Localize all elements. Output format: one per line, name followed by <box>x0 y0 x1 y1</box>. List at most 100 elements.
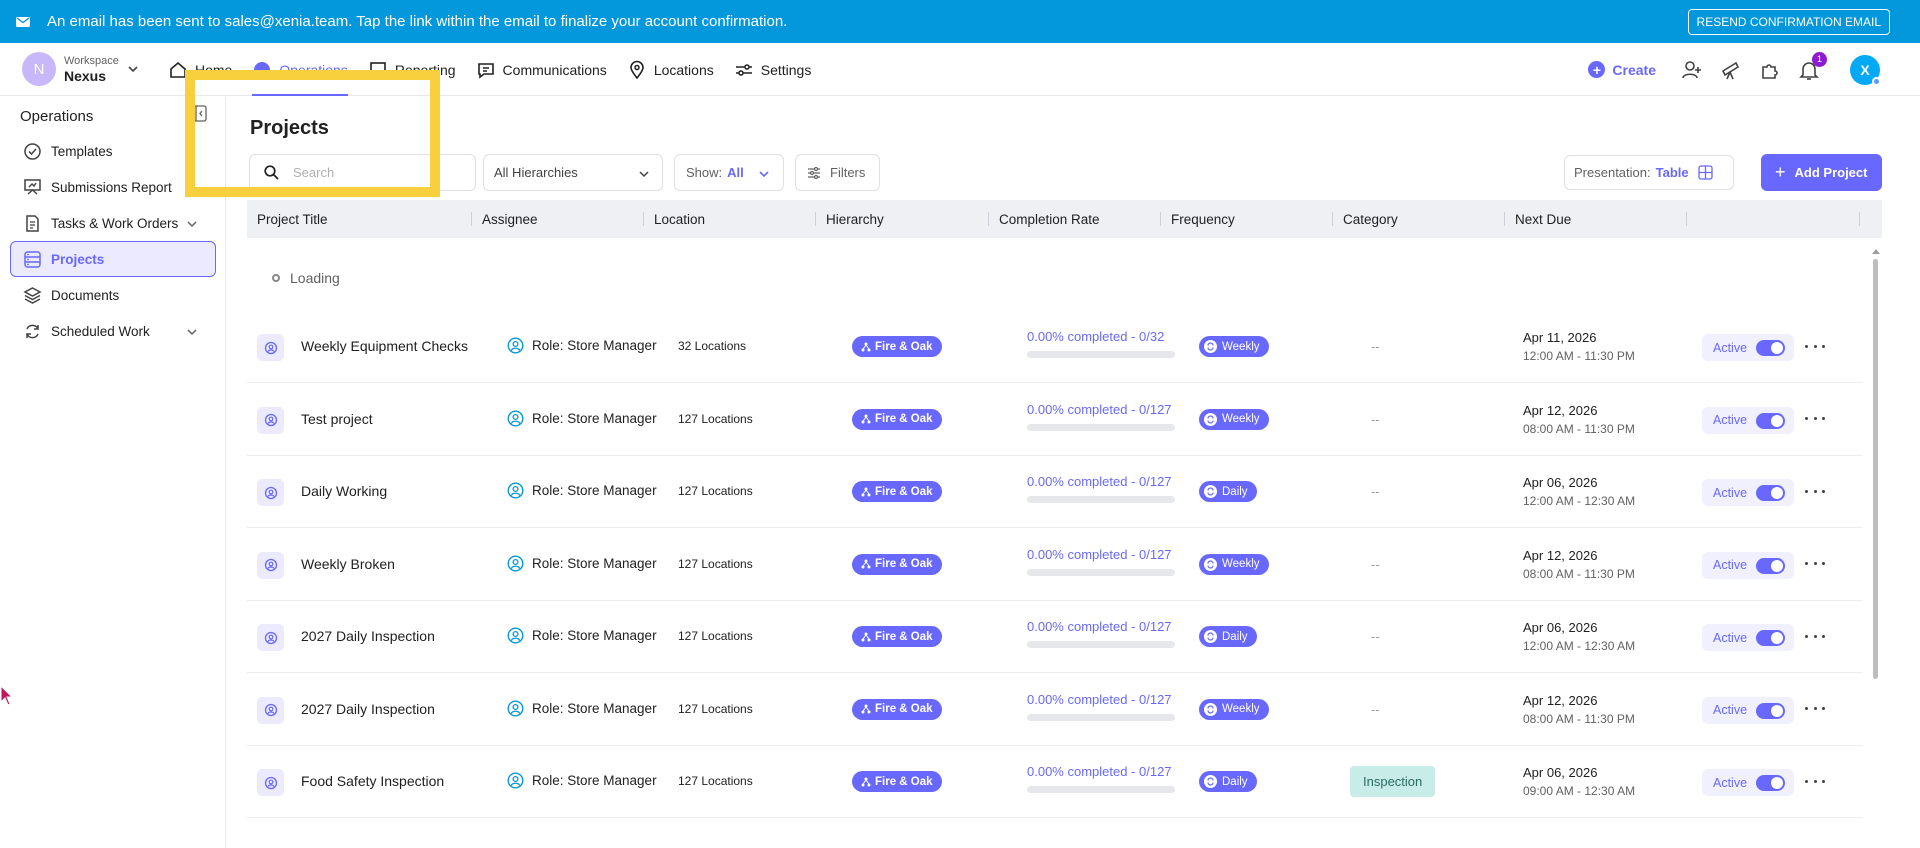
project-title[interactable]: Test project <box>301 411 373 427</box>
scrollbar-thumb[interactable] <box>1873 259 1878 679</box>
toggle-switch[interactable] <box>1756 485 1785 501</box>
presentation-value: Table <box>1655 165 1689 180</box>
workspace-switcher[interactable]: N Workspace Nexus <box>22 52 139 86</box>
bell-icon[interactable]: 1 <box>1797 51 1827 82</box>
location-count[interactable]: 127 Locations <box>678 629 753 643</box>
project-icon <box>257 551 284 579</box>
table-row[interactable]: Test project Role: Store Manager 127 Locat… <box>247 384 1863 456</box>
user-circle-icon <box>507 627 524 644</box>
column-header-assignee[interactable]: Assignee <box>472 200 644 238</box>
show-filter-select[interactable]: Show: All <box>674 154 784 191</box>
column-header-category[interactable]: Category <box>1333 200 1505 238</box>
assignee: Role: Store Manager <box>507 772 657 789</box>
assignee: Role: Store Manager <box>507 627 657 644</box>
location-count[interactable]: 127 Locations <box>678 702 753 716</box>
resend-confirmation-button[interactable]: RESEND CONFIRMATION EMAIL <box>1687 9 1890 35</box>
project-title[interactable]: Weekly Broken <box>301 556 395 572</box>
completion-progress-bar <box>1027 568 1175 576</box>
completion-progress-bar <box>1027 641 1175 648</box>
sidebar-item-projects[interactable]: Projects <box>10 241 216 277</box>
status-toggle[interactable]: Active <box>1702 334 1794 361</box>
confirmation-banner: An email has been sent to sales@xenia.te… <box>0 0 1920 43</box>
project-title[interactable]: Daily Working <box>301 483 387 499</box>
chevron-down-icon <box>759 171 769 178</box>
more-options-icon[interactable] <box>1805 628 1825 644</box>
hierarchy-select[interactable]: All Hierarchies <box>483 154 663 191</box>
toggle-switch[interactable] <box>1756 557 1785 574</box>
project-title[interactable]: 2027 Daily Inspection <box>301 628 435 644</box>
table-row[interactable]: Daily Working Role: Store Manager 127 Loca… <box>247 456 1863 528</box>
table-row[interactable]: Weekly Broken Role: Store Manager 127 Loca… <box>247 529 1863 601</box>
toggle-switch[interactable] <box>1756 775 1785 791</box>
column-header-project-title[interactable]: Project Title <box>247 200 472 238</box>
status-label: Active <box>1713 485 1748 500</box>
table-row[interactable]: Weekly Equipment Checks Role: Store Manag… <box>247 311 1863 383</box>
status-toggle[interactable]: Active <box>1702 479 1794 506</box>
repeat-icon <box>1204 775 1217 788</box>
more-options-icon[interactable] <box>1805 773 1825 789</box>
online-status-dot <box>1872 76 1881 86</box>
nav-communications[interactable]: Communications <box>476 43 607 96</box>
status-toggle[interactable]: Active <box>1702 406 1794 434</box>
more-options-icon[interactable] <box>1805 411 1825 427</box>
location-count[interactable]: 32 Locations <box>678 339 746 353</box>
user-circle-icon <box>507 699 524 717</box>
toggle-switch[interactable] <box>1756 412 1785 429</box>
telescope-icon[interactable] <box>1719 58 1743 82</box>
more-options-icon[interactable] <box>1805 338 1825 354</box>
toggle-switch[interactable] <box>1756 702 1785 719</box>
add-project-button[interactable]: + Add Project <box>1761 154 1882 191</box>
completion-progress-bar <box>1027 423 1175 431</box>
column-header-completion-rate[interactable]: Completion Rate <box>989 200 1161 238</box>
due-time: 08:00 AM - 11:30 PM <box>1523 421 1635 436</box>
column-header-next-due[interactable]: Next Due <box>1505 200 1687 238</box>
scroll-up-arrow-icon[interactable] <box>1872 249 1880 254</box>
column-header-frequency[interactable]: Frequency <box>1161 200 1333 238</box>
refresh-icon <box>26 324 39 338</box>
status-toggle[interactable]: Active <box>1702 769 1794 796</box>
more-options-icon[interactable] <box>1805 556 1825 572</box>
user-avatar[interactable]: X <box>1850 54 1881 86</box>
table-row[interactable]: Food Safety Inspection Role: Store Manage… <box>247 746 1863 818</box>
project-icon <box>257 624 284 651</box>
more-options-icon[interactable] <box>1805 701 1825 717</box>
status-toggle[interactable]: Active <box>1702 624 1794 651</box>
project-title[interactable]: 2027 Daily Inspection <box>301 701 435 717</box>
filters-button[interactable]: Filters <box>795 154 880 191</box>
chevron-down-icon <box>128 66 138 73</box>
sidebar-item-documents[interactable]: Documents <box>10 277 216 313</box>
nav-settings[interactable]: Settings <box>734 43 811 96</box>
sidebar-item-scheduled-work[interactable]: Scheduled Work <box>10 313 216 349</box>
hierarchy-badge: Fire & Oak <box>852 553 942 575</box>
location-count[interactable]: 127 Locations <box>678 412 753 426</box>
table-row[interactable]: 2027 Daily Inspection Role: Store Manager… <box>247 674 1863 746</box>
location-count[interactable]: 127 Locations <box>678 774 753 788</box>
location-pin-icon <box>630 60 644 79</box>
toggle-switch[interactable] <box>1756 630 1785 646</box>
presentation-toggle[interactable]: Presentation: Table <box>1564 155 1734 190</box>
more-options-icon[interactable] <box>1805 483 1825 499</box>
sidebar-item-tasks-work-orders[interactable]: Tasks & Work Orders <box>10 205 216 241</box>
column-header-location[interactable]: Location <box>644 200 816 238</box>
due-date: Apr 12, 2026 <box>1523 692 1598 708</box>
table-row[interactable]: 2027 Daily Inspection Role: Store Manager… <box>247 601 1863 673</box>
completion-rate: 0.00% completed - 0/127 <box>1027 764 1172 779</box>
location-count[interactable]: 127 Locations <box>678 557 753 571</box>
status-toggle[interactable]: Active <box>1702 551 1794 579</box>
hierarchy-badge: Fire & Oak <box>852 481 942 502</box>
column-header-hierarchy[interactable]: Hierarchy <box>816 200 989 238</box>
location-count[interactable]: 127 Locations <box>678 484 753 498</box>
invite-user-icon[interactable] <box>1680 58 1704 82</box>
project-title[interactable]: Weekly Equipment Checks <box>301 338 468 354</box>
puzzle-icon[interactable] <box>1758 58 1782 82</box>
next-due: Apr 12, 2026 08:00 AM - 11:30 PM <box>1523 402 1635 438</box>
frequency-badge: Weekly <box>1199 336 1269 357</box>
nav-locations[interactable]: Locations <box>627 43 714 96</box>
hierarchy-icon <box>861 342 871 351</box>
project-title[interactable]: Food Safety Inspection <box>301 773 444 789</box>
filter-sliders-icon <box>808 166 820 179</box>
table-scrollbar[interactable] <box>1872 249 1880 848</box>
status-toggle[interactable]: Active <box>1702 696 1794 724</box>
toggle-switch[interactable] <box>1756 340 1785 356</box>
create-button[interactable]: + Create <box>1588 61 1656 78</box>
